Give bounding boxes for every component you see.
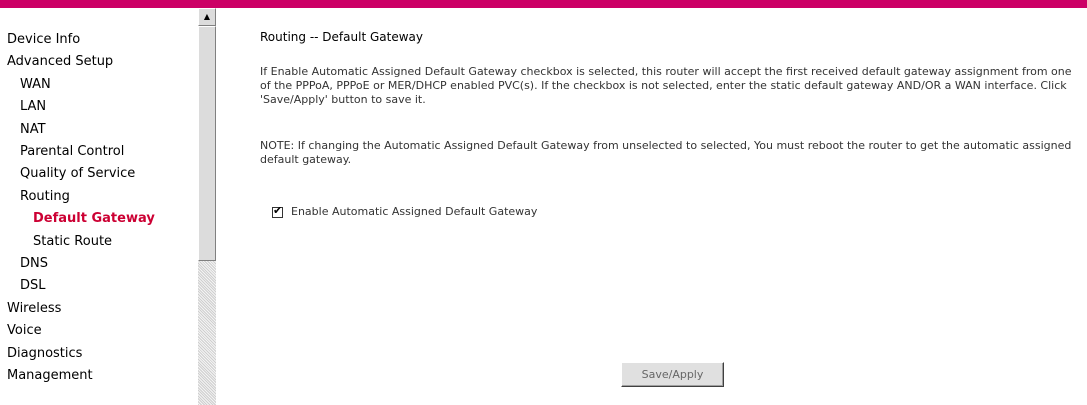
sidebar-item-lan[interactable]: LAN <box>20 99 46 115</box>
sidebar-item-wireless[interactable]: Wireless <box>7 301 61 317</box>
description-text: If Enable Automatic Assigned Default Gat… <box>260 65 1072 106</box>
save-apply-button[interactable]: Save/Apply <box>621 362 724 387</box>
auto-gateway-checkbox[interactable]: ✔ <box>272 203 283 218</box>
sidebar-item-voice[interactable]: Voice <box>7 323 42 339</box>
sidebar-scrollbar[interactable]: ▲ <box>198 8 216 405</box>
sidebar-item-quality-of-service[interactable]: Quality of Service <box>20 166 135 182</box>
sidebar-item-advanced-setup[interactable]: Advanced Setup <box>7 54 113 70</box>
sidebar-item-routing[interactable]: Routing <box>20 189 70 205</box>
sidebar-item-static-route[interactable]: Static Route <box>33 234 112 250</box>
sidebar-item-parental-control[interactable]: Parental Control <box>20 144 124 160</box>
sidebar-item-device-info[interactable]: Device Info <box>7 32 80 48</box>
note-text: NOTE: If changing the Automatic Assigned… <box>260 139 1072 166</box>
auto-gateway-row: ✔ Enable Automatic Assigned Default Gatew… <box>272 203 538 218</box>
auto-gateway-label: Enable Automatic Assigned Default Gatewa… <box>291 205 538 218</box>
sidebar-item-dns[interactable]: DNS <box>20 256 48 272</box>
sidebar-item-diagnostics[interactable]: Diagnostics <box>7 346 82 362</box>
scrollbar-thumb[interactable] <box>198 26 216 261</box>
sidebar-item-management[interactable]: Management <box>7 368 93 384</box>
sidebar-item-wan[interactable]: WAN <box>20 77 51 93</box>
sidebar-item-dsl[interactable]: DSL <box>20 278 46 294</box>
sidebar-item-default-gateway[interactable]: Default Gateway <box>33 211 155 227</box>
sidebar-nav: Device Info Advanced Setup WAN LAN NAT P… <box>0 8 198 405</box>
top-brand-bar <box>0 0 1087 8</box>
sidebar-item-nat[interactable]: NAT <box>20 122 46 138</box>
page-title: Routing -- Default Gateway <box>260 30 423 44</box>
checkmark-icon: ✔ <box>273 203 283 217</box>
triangle-up-icon[interactable]: ▲ <box>198 8 216 26</box>
